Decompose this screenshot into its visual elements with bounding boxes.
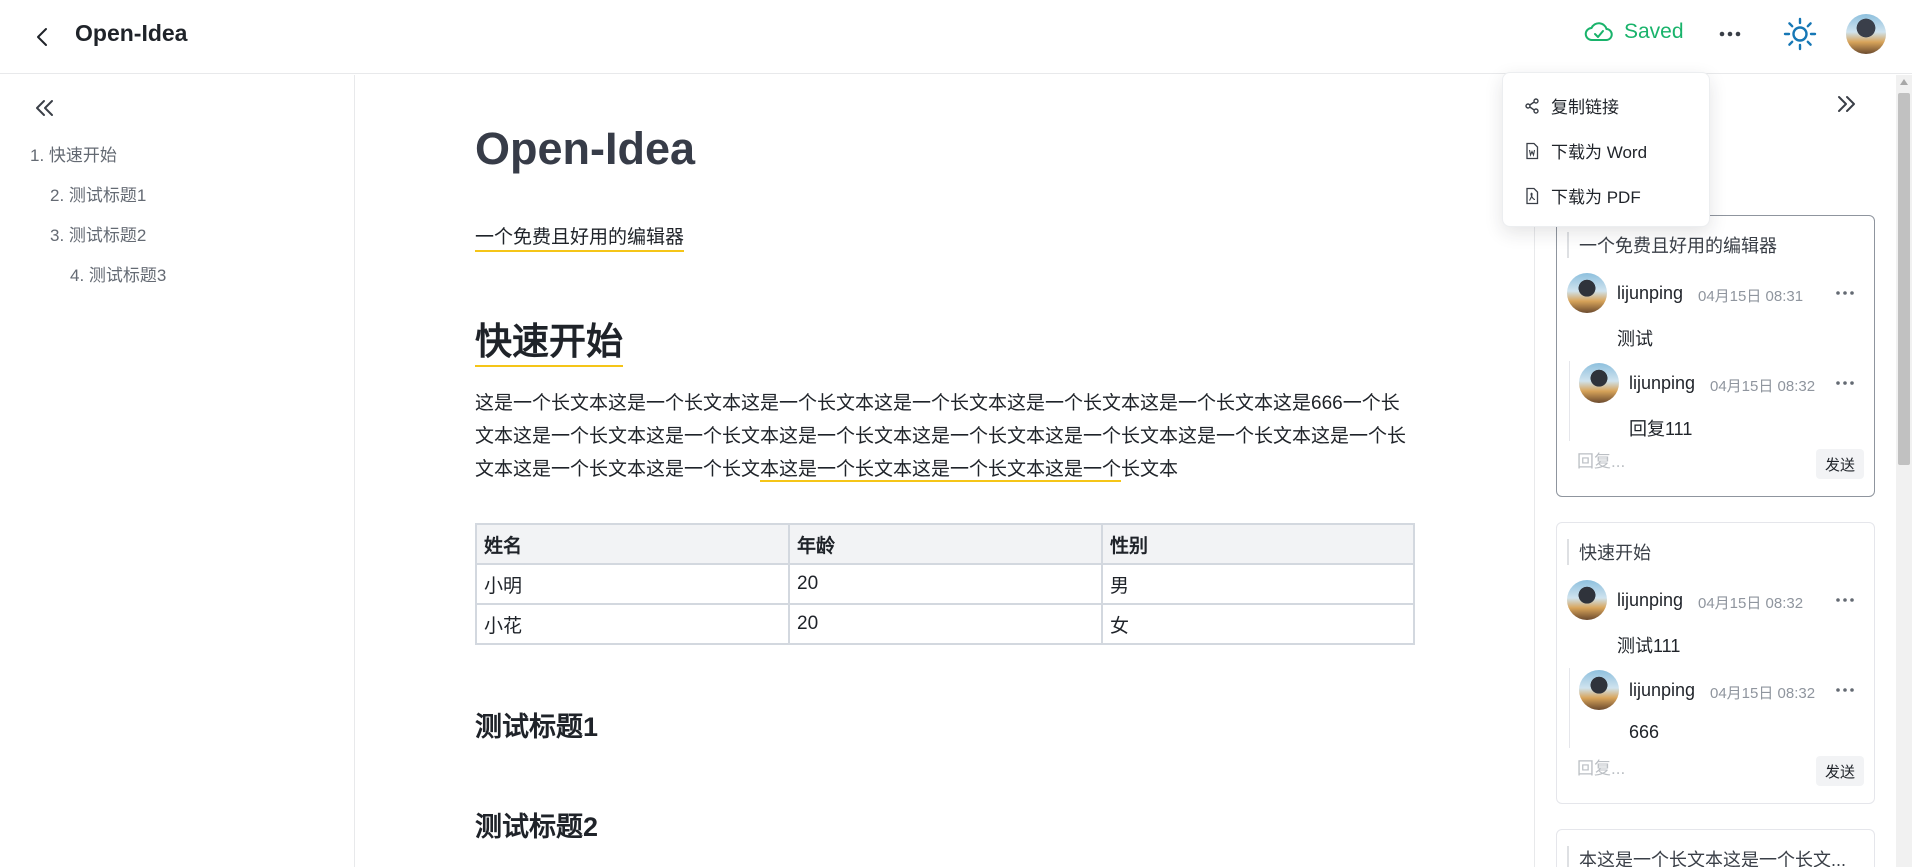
reply-input[interactable] xyxy=(1577,759,1777,779)
reply-thread-line xyxy=(1569,668,1570,748)
table-header-cell: 性别 xyxy=(1101,523,1415,565)
heading-test-1: 测试标题1 xyxy=(475,712,599,742)
comment-quote: 快速开始 xyxy=(1567,539,1651,565)
commenter-name: lijunping xyxy=(1617,590,1684,610)
pdf-file-icon xyxy=(1526,187,1539,204)
ellipsis-icon xyxy=(1719,31,1741,37)
sun-icon xyxy=(1783,17,1817,51)
comment-more-icon[interactable] xyxy=(1833,683,1857,697)
outline-sidebar: 1. 快速开始 2. 测试标题1 3. 测试标题2 4. 测试标题3 xyxy=(0,75,355,867)
editor-content[interactable]: Open-Idea 一个免费且好用的编辑器 快速开始 这是一个长文本这是一个长文… xyxy=(356,75,1534,867)
heading-quick-start: 快速开始 xyxy=(475,311,623,367)
back-button[interactable] xyxy=(28,22,58,52)
long-text-paragraph: 这是一个长文本这是一个长文本这是一个长文本这是一个长文本这是一个长文本这是一个长… xyxy=(475,387,1410,486)
outline-item-heading-3[interactable]: 4. 测试标题3 xyxy=(70,261,166,286)
user-avatar[interactable] xyxy=(1846,14,1886,54)
saved-label: Saved xyxy=(1624,20,1684,43)
comment-time: 04月15日 08:31 xyxy=(1698,288,1804,305)
double-chevron-right-icon xyxy=(1838,96,1855,112)
reply-input[interactable] xyxy=(1577,452,1777,472)
commented-text-highlight[interactable]: 本这是一个长文本这是一个长文本这是一个 xyxy=(760,459,1122,482)
menu-item-download-word[interactable]: 下载为 Word xyxy=(1523,138,1647,163)
menu-item-label: 下载为 PDF xyxy=(1551,188,1641,207)
commenter-avatar xyxy=(1567,580,1607,620)
comment-quote: 一个免费且好用的编辑器 xyxy=(1567,232,1777,258)
commenter-avatar xyxy=(1579,363,1619,403)
saved-status: Saved xyxy=(1584,20,1684,44)
send-reply-button[interactable]: 发送 xyxy=(1816,449,1864,479)
table-header-cell: 年龄 xyxy=(788,523,1103,565)
word-file-icon xyxy=(1526,142,1539,159)
table-row: 小明 20 男 xyxy=(475,563,1415,605)
comment-text: 回复111 xyxy=(1629,419,1693,439)
comment-time: 04月15日 08:32 xyxy=(1710,685,1816,702)
collapse-outline-button[interactable] xyxy=(30,93,60,123)
table-header-cell: 姓名 xyxy=(475,523,790,565)
reply-thread-line xyxy=(1569,361,1570,441)
heading-test-2: 测试标题2 xyxy=(475,812,599,842)
table-cell: 20 xyxy=(788,563,1103,605)
menu-item-copy-link[interactable]: 复制链接 xyxy=(1523,93,1619,118)
comment-thread[interactable]: 快速开始 lijunping 04月15日 08:32 测试111 lijunp… xyxy=(1556,522,1875,804)
outline-item-heading-1[interactable]: 2. 测试标题1 xyxy=(50,181,146,206)
comment-text: 测试111 xyxy=(1617,636,1681,656)
comment-thread[interactable]: 本这是一个长文本这是一个长文... xyxy=(1556,829,1875,867)
menu-item-label: 复制链接 xyxy=(1551,98,1619,117)
menu-item-download-pdf[interactable]: 下载为 PDF xyxy=(1523,183,1641,208)
table-cell: 男 xyxy=(1101,563,1415,605)
commenter-avatar xyxy=(1567,273,1607,313)
chevron-left-icon xyxy=(37,28,47,46)
paragraph-text-end: 长文本 xyxy=(1121,459,1179,480)
table-cell: 女 xyxy=(1101,603,1415,645)
document-title: Open-Idea xyxy=(75,20,188,46)
send-reply-button[interactable]: 发送 xyxy=(1816,756,1864,786)
commenter-name: lijunping xyxy=(1629,373,1696,393)
top-header: Open-Idea Saved xyxy=(0,0,1912,74)
table-row: 小花 20 女 xyxy=(475,603,1415,645)
comment-text: 测试 xyxy=(1617,329,1653,349)
table-header-row: 姓名 年龄 性别 xyxy=(475,523,1415,565)
comment-quote: 本这是一个长文本这是一个长文... xyxy=(1567,846,1846,867)
outline-item-heading-2[interactable]: 3. 测试标题2 xyxy=(50,221,146,246)
comment-more-icon[interactable] xyxy=(1833,593,1857,607)
commenter-avatar xyxy=(1579,670,1619,710)
commenter-name: lijunping xyxy=(1629,680,1696,700)
scrollbar-thumb[interactable] xyxy=(1898,93,1910,465)
data-table: 姓名 年龄 性别 小明 20 男 小花 20 女 xyxy=(475,523,1415,645)
cloud-check-icon xyxy=(1584,22,1613,41)
table-cell: 小明 xyxy=(475,563,790,605)
comment-more-icon[interactable] xyxy=(1833,376,1857,390)
table-cell: 20 xyxy=(788,603,1103,645)
page-scrollbar[interactable] xyxy=(1896,75,1912,867)
comment-text: 666 xyxy=(1629,722,1660,742)
outline-item-quick-start[interactable]: 1. 快速开始 xyxy=(30,141,117,166)
share-icon xyxy=(1525,97,1539,114)
commenter-name: lijunping xyxy=(1617,283,1684,303)
comment-time: 04月15日 08:32 xyxy=(1698,595,1804,612)
table-cell: 小花 xyxy=(475,603,790,645)
comment-thread[interactable]: 一个免费且好用的编辑器 lijunping 04月15日 08:31 测试 li… xyxy=(1556,215,1875,497)
more-options-menu: 复制链接 下载为 Word 下载为 PDF xyxy=(1502,72,1710,227)
document-subtitle: 一个免费且好用的编辑器 xyxy=(475,222,685,252)
collapse-comments-button[interactable] xyxy=(1831,89,1861,119)
theme-toggle-button[interactable] xyxy=(1782,16,1818,52)
document-heading: Open-Idea xyxy=(475,123,696,174)
double-chevron-left-icon xyxy=(36,100,53,116)
more-options-button[interactable] xyxy=(1714,18,1746,50)
menu-item-label: 下载为 Word xyxy=(1551,143,1648,162)
comment-more-icon[interactable] xyxy=(1833,286,1857,300)
scroll-up-arrow-icon[interactable] xyxy=(1900,79,1908,85)
comment-time: 04月15日 08:32 xyxy=(1710,378,1816,395)
